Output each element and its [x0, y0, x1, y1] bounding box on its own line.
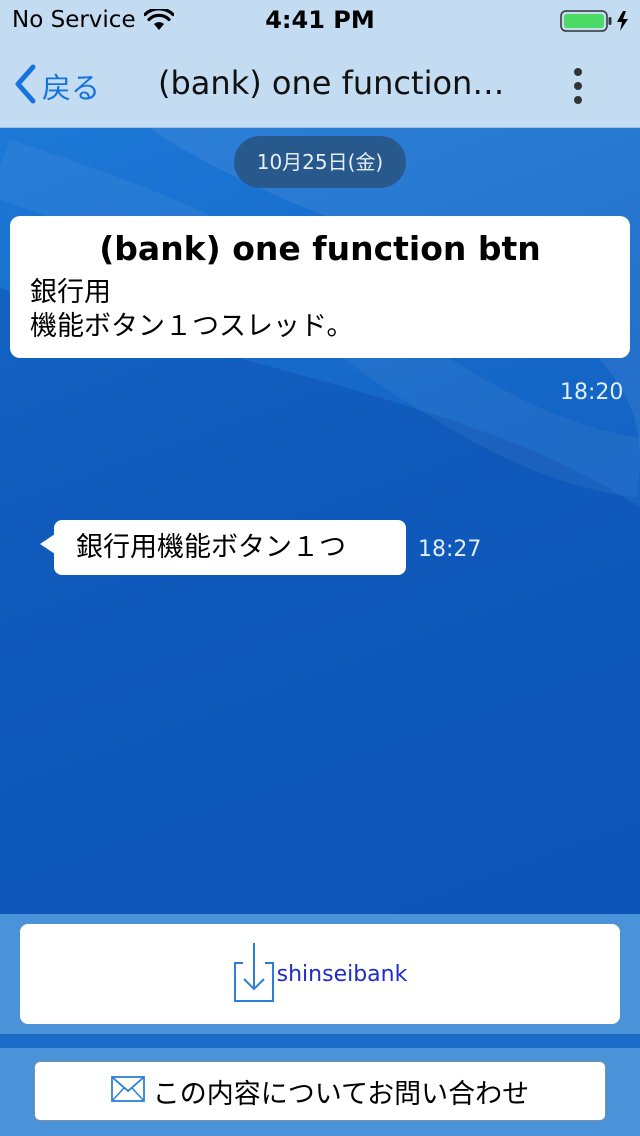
- divider-strip: [0, 1034, 640, 1048]
- card-message[interactable]: (bank) one function btn 銀行用 機能ボタン１つスレッド。: [10, 216, 630, 358]
- shinseibank-label: shinseibank: [276, 961, 408, 987]
- message-bubble[interactable]: 銀行用機能ボタン１つ: [54, 520, 406, 575]
- chevron-left-icon: [14, 64, 36, 108]
- status-time: 4:41 PM: [265, 6, 375, 34]
- top-bar: No Service 4:41 PM 戻る (bank) one functio…: [0, 0, 640, 128]
- card-body-line: 機能ボタン１つスレッド。: [30, 311, 354, 342]
- shinseibank-button[interactable]: shinseibank: [20, 924, 620, 1024]
- more-button[interactable]: [560, 62, 596, 110]
- more-vertical-icon: [574, 68, 582, 104]
- envelope-icon: [110, 1076, 145, 1106]
- nav-bar: 戻る (bank) one function…: [0, 40, 640, 128]
- inquiry-button[interactable]: この内容についてお問い合わせ: [34, 1061, 606, 1121]
- download-icon: [233, 941, 275, 1007]
- inquiry-label: この内容についてお問い合わせ: [152, 1078, 530, 1110]
- date-chip: 10月25日(金): [234, 136, 406, 188]
- nav-title: (bank) one function…: [158, 64, 505, 102]
- battery-charging-icon: [560, 10, 634, 36]
- status-bar: No Service 4:41 PM: [0, 0, 640, 40]
- back-label: 戻る: [42, 71, 101, 105]
- card-body: 銀行用 機能ボタン１つスレッド。: [30, 276, 610, 344]
- message-time: 18:27: [418, 537, 482, 562]
- bubble-tail: [40, 534, 55, 554]
- card-title: (bank) one function btn: [99, 229, 541, 268]
- message-time: 18:20: [560, 380, 624, 405]
- card-body-line: 銀行用: [30, 277, 111, 308]
- back-button[interactable]: 戻る: [14, 62, 100, 110]
